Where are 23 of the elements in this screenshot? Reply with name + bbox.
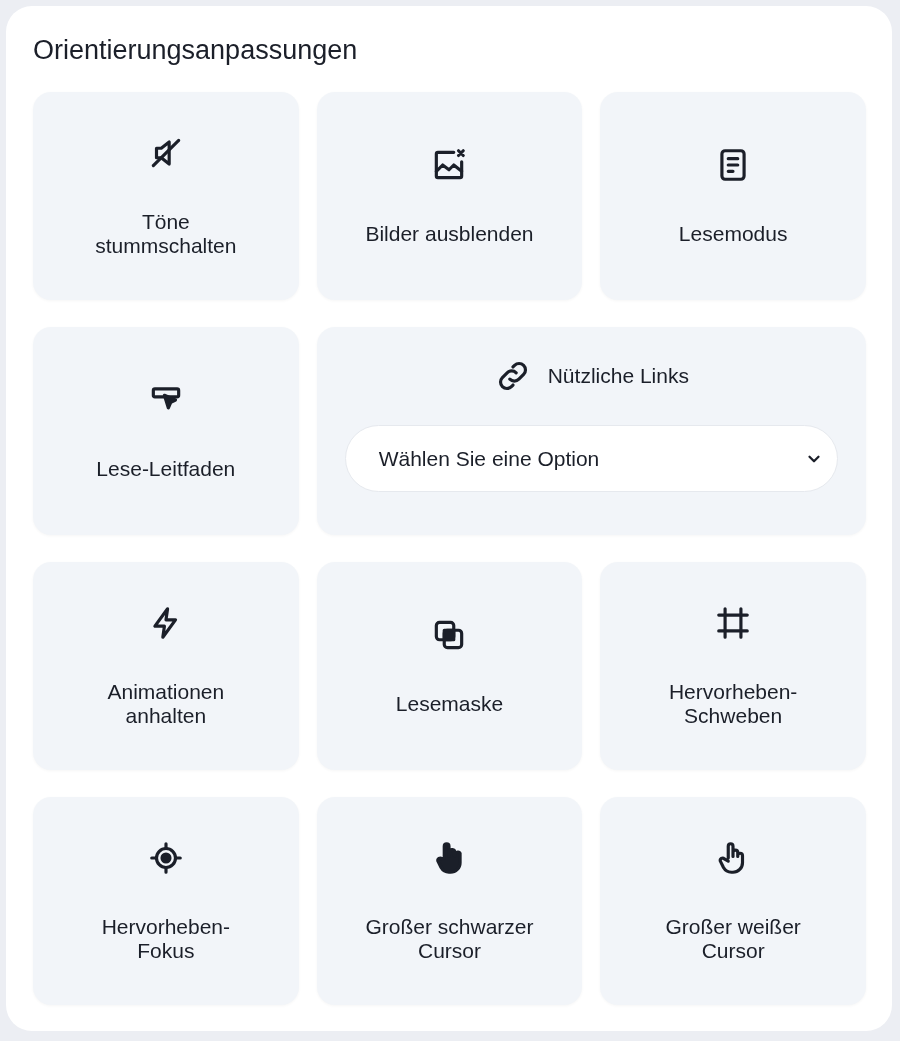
option-label: Großer weißer Cursor — [665, 915, 801, 963]
option-select[interactable]: Wählen Sie eine Option — [344, 425, 838, 492]
option-label: Lesemaske — [395, 692, 504, 716]
option-tile[interactable]: Großer weißer Cursor — [600, 797, 866, 1005]
option-label: Bilder ausblenden — [365, 222, 534, 246]
option-tile[interactable]: Hervorheben- Schweben — [600, 562, 866, 770]
panel-title: Orientierungsanpassungen — [33, 34, 359, 66]
option-tile[interactable]: Lesemaske — [316, 562, 583, 770]
option-tile[interactable]: Lese-Leitfaden — [33, 327, 299, 535]
option-label: Lese-Leitfaden — [96, 457, 236, 481]
option-tile[interactable]: Bilder ausblenden — [316, 92, 583, 300]
option-tile[interactable]: Animationen anhalten — [33, 562, 299, 770]
option-label: Lesemodus — [678, 222, 788, 246]
option-label: Töne stummschalten — [95, 210, 237, 258]
option-label: Hervorheben- Schweben — [668, 680, 798, 728]
option-tile[interactable]: Großer schwarzer Cursor — [316, 797, 583, 1005]
option-tile[interactable]: Hervorheben- Fokus — [33, 797, 299, 1005]
option-label: Animationen anhalten — [107, 680, 225, 728]
option-tile[interactable]: Töne stummschalten — [33, 92, 299, 300]
option-tile[interactable]: Lesemodus — [600, 92, 866, 300]
option-label: Großer schwarzer Cursor — [365, 915, 534, 963]
option-label: Hervorheben- Fokus — [101, 915, 231, 963]
links-title: Nützliche Links — [547, 364, 689, 388]
